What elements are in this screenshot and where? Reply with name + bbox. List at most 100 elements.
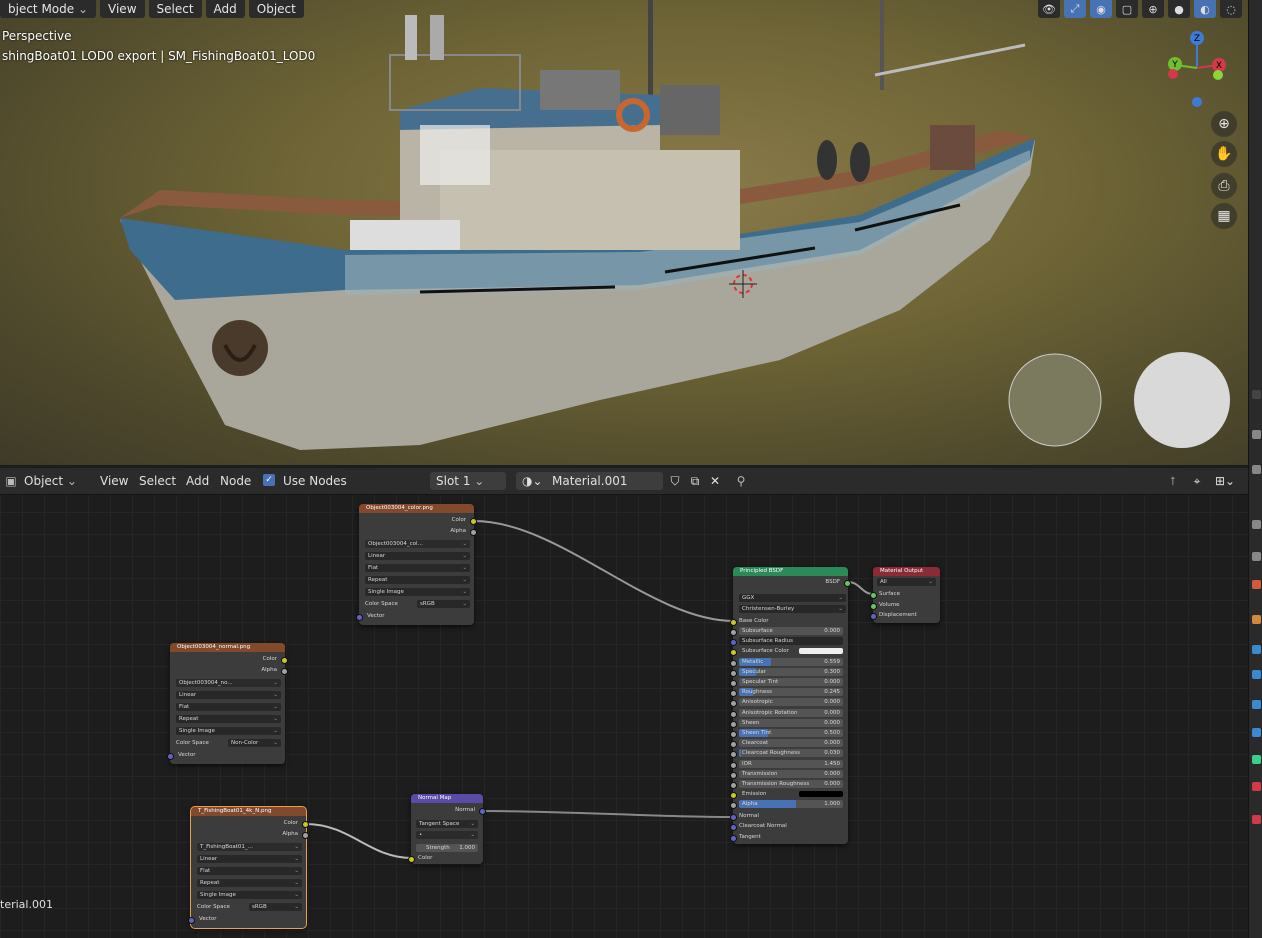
vertex-group-icon[interactable] xyxy=(1252,755,1261,764)
subsurface-color-swatch[interactable] xyxy=(799,648,843,655)
space-dropdown[interactable]: Tangent Space xyxy=(416,820,478,828)
strength-slider[interactable]: Strength 1.000 xyxy=(416,844,478,852)
material-shading-icon[interactable]: ◐ xyxy=(1194,0,1216,18)
mode-dropdown[interactable]: bject Mode xyxy=(0,0,97,18)
interpolation-dropdown[interactable]: Linear xyxy=(197,855,302,863)
pan-hand-icon[interactable]: ✋ xyxy=(1211,141,1237,167)
projection-dropdown[interactable]: Flat xyxy=(197,867,302,875)
socket-in[interactable] xyxy=(730,700,737,708)
socket-in[interactable] xyxy=(730,771,737,779)
socket-in[interactable] xyxy=(730,782,737,789)
socket-in-clearcoat-normal[interactable] xyxy=(730,824,737,831)
material-output-node[interactable]: Material Output All Surface Volume Displ… xyxy=(870,567,940,623)
select-menu[interactable]: Select xyxy=(148,0,202,18)
socket-out-bsdf[interactable] xyxy=(844,580,851,587)
socket-in-vector[interactable] xyxy=(188,917,195,924)
bsdf-slider-sheen-tint[interactable]: Sheen Tint 0.500 xyxy=(739,729,843,737)
camera-icon[interactable]: ⎙ xyxy=(1211,173,1237,199)
socket-in[interactable] xyxy=(730,802,737,810)
socket-out-alpha[interactable] xyxy=(281,668,288,675)
socket-out-alpha[interactable] xyxy=(470,529,477,536)
bsdf-slider-subsurface-color[interactable]: Subsurface Color xyxy=(739,647,843,655)
socket-in[interactable] xyxy=(730,710,737,718)
bsdf-slider-clearcoat-roughness[interactable]: Clearcoat Roughness 0.030 xyxy=(739,749,843,758)
socket-in[interactable] xyxy=(730,761,737,769)
socket-in-tangent[interactable] xyxy=(730,835,737,842)
constraint-icon[interactable] xyxy=(1252,700,1261,709)
image-texture-node-color[interactable]: Object003004_color.png Color Alpha Objec… xyxy=(356,504,477,625)
bsdf-slider-anisotropic[interactable]: Anisotropic 0.000 xyxy=(739,698,843,707)
socket-out-alpha[interactable] xyxy=(302,832,309,839)
data-icon[interactable] xyxy=(1252,728,1261,737)
image-texture-node-boat-normal[interactable]: T_FishingBoat01_4k_N.png Color Alpha T_F… xyxy=(188,806,309,929)
bsdf-slider-metallic[interactable]: Metallic 0.559 xyxy=(739,657,843,666)
particles-icon[interactable] xyxy=(1252,645,1261,654)
bsdf-slider-specular-tint[interactable]: Specular Tint 0.000 xyxy=(739,678,843,686)
target-dropdown[interactable]: All xyxy=(877,578,936,586)
socket-out-color[interactable] xyxy=(470,518,477,525)
source-dropdown[interactable]: Single Image xyxy=(197,891,302,899)
emission-color-swatch[interactable] xyxy=(799,791,843,798)
projection-dropdown[interactable]: Flat xyxy=(176,703,281,711)
bsdf-slider-specular[interactable]: Specular 0.300 xyxy=(739,667,843,676)
zoom-icon[interactable]: ⊕ xyxy=(1211,111,1237,137)
socket-in-volume[interactable] xyxy=(870,603,877,610)
wireframe-shading-icon[interactable]: ⊕ xyxy=(1142,0,1164,18)
extension-dropdown[interactable]: Repeat xyxy=(176,715,281,723)
bsdf-slider-roughness[interactable]: Roughness 0.245 xyxy=(739,688,843,697)
socket-in[interactable] xyxy=(730,629,737,636)
socket-in[interactable] xyxy=(730,731,737,738)
principled-bsdf-node[interactable]: Principled BSDF BSDF GGX Christensen-Bur… xyxy=(730,567,851,844)
extension-dropdown[interactable]: Repeat xyxy=(365,576,470,584)
ortho-grid-icon[interactable]: ▦ xyxy=(1211,203,1237,229)
image-file-field[interactable]: Object003004_no... xyxy=(176,679,281,687)
image-file-field[interactable]: Object003004_col... xyxy=(365,540,470,548)
normal-map-node[interactable]: Normal Map Normal Tangent Space • Streng… xyxy=(408,794,486,864)
socket-in-vector[interactable] xyxy=(356,614,363,621)
socket-in[interactable] xyxy=(730,751,737,759)
overlay-icon[interactable]: ◉ xyxy=(1090,0,1112,18)
socket-in-displacement[interactable] xyxy=(870,613,877,620)
tab-icon[interactable] xyxy=(1252,390,1261,399)
scene-icon[interactable] xyxy=(1252,520,1261,529)
extension-dropdown[interactable]: Repeat xyxy=(197,879,302,887)
texture-icon[interactable] xyxy=(1252,815,1261,824)
bsdf-slider-anisotropic-rotation[interactable]: Anisotropic Rotation 0.000 xyxy=(739,708,843,717)
object-icon[interactable] xyxy=(1252,580,1261,589)
socket-in-surface[interactable] xyxy=(870,592,877,599)
socket-out-color[interactable] xyxy=(302,821,309,828)
subsurface-method-dropdown[interactable]: Christensen-Burley xyxy=(739,605,846,613)
socket-out-color[interactable] xyxy=(281,657,288,664)
rendered-shading-icon[interactable]: ◌ xyxy=(1220,0,1242,18)
bsdf-slider-clearcoat[interactable]: Clearcoat 0.000 xyxy=(739,739,843,748)
socket-in[interactable] xyxy=(730,639,737,647)
visibility-icon[interactable]: 👁 xyxy=(1038,0,1060,18)
socket-in-color[interactable] xyxy=(408,856,415,863)
bsdf-slider-transmission[interactable]: Transmission 0.000 xyxy=(739,769,843,778)
modifier-icon[interactable] xyxy=(1252,615,1261,624)
axis-gizmo[interactable]: Z X Y xyxy=(1163,30,1233,110)
image-texture-node-normal[interactable]: Object003004_normal.png Color Alpha Obje… xyxy=(167,643,288,764)
socket-in[interactable] xyxy=(730,649,737,657)
bsdf-slider-ior[interactable]: IOR 1.450 xyxy=(739,759,843,768)
bsdf-slider-subsurface-radius[interactable]: Subsurface Radius xyxy=(739,637,843,646)
socket-in-normal[interactable] xyxy=(730,814,737,821)
xray-icon[interactable]: ▢ xyxy=(1116,0,1138,18)
world-icon[interactable] xyxy=(1252,552,1261,561)
3d-viewport[interactable]: bject Mode View Select Add Object Perspe… xyxy=(0,0,1248,465)
object-menu[interactable]: Object xyxy=(248,0,304,18)
source-dropdown[interactable]: Single Image xyxy=(365,588,470,596)
uv-map-field[interactable]: • xyxy=(416,831,478,839)
socket-in[interactable] xyxy=(730,690,737,698)
socket-in[interactable] xyxy=(730,720,737,728)
solid-shading-icon[interactable]: ● xyxy=(1168,0,1190,18)
source-dropdown[interactable]: Single Image xyxy=(176,727,281,735)
bsdf-slider-transmission-roughness[interactable]: Transmission Roughness 0.000 xyxy=(739,780,843,788)
bsdf-slider-emission[interactable]: Emission xyxy=(739,790,843,798)
physics-icon[interactable] xyxy=(1252,670,1261,679)
socket-in[interactable] xyxy=(730,680,737,687)
interpolation-dropdown[interactable]: Linear xyxy=(176,691,281,699)
render-icon[interactable] xyxy=(1252,465,1261,474)
add-menu[interactable]: Add xyxy=(205,0,245,18)
color-space-dropdown[interactable]: sRGB xyxy=(417,600,470,608)
